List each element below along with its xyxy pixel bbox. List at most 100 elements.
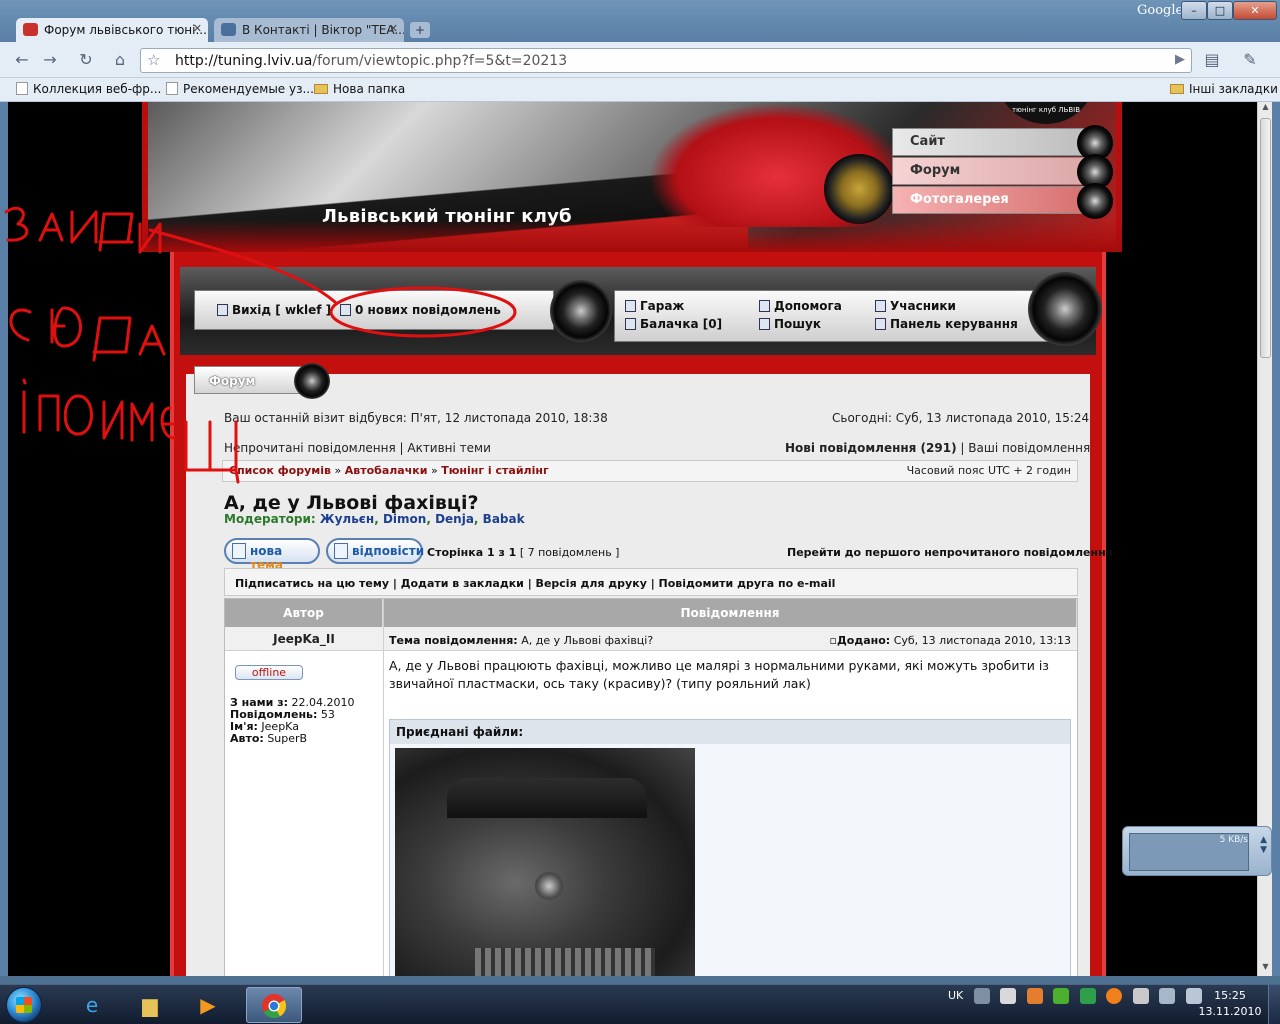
bookmark-item[interactable]: Рекомендуемые уз...	[166, 82, 314, 96]
reply-button[interactable]: відповісти	[326, 538, 424, 564]
nav-gallery[interactable]: Фотогалерея	[892, 183, 1113, 219]
author-profile: З нами з: 22.04.2010 Повідомлень: 53 Ім'…	[230, 697, 354, 745]
jump-to-unread-link[interactable]: Перейти до першого непрочитаного повідом…	[787, 546, 1113, 559]
active-topics-link[interactable]: Активні теми	[407, 441, 491, 455]
pagination: Сторінка 1 з 1 [ 7 повідомлень ]	[427, 546, 619, 559]
clock-time: 15:25	[1214, 989, 1246, 1002]
url-path: /forum/viewtopic.php?f=5&t=20213	[312, 53, 568, 69]
bookmark-star-icon[interactable]: ☆	[147, 51, 160, 69]
bookmark-label: Коллекция веб-фр...	[33, 82, 162, 96]
logout-link[interactable]: Вихід [ wklef ]	[217, 303, 331, 317]
car-value: SuperB	[267, 732, 308, 745]
flag-icon[interactable]	[1132, 988, 1149, 1004]
forward-button[interactable]: →	[38, 48, 62, 72]
nav-forum-label: Форум	[910, 163, 961, 178]
your-posts-link[interactable]: Ваші повідомлення	[968, 441, 1090, 455]
post-author[interactable]: JeepKa_II	[225, 632, 383, 646]
antivirus-icon[interactable]	[1106, 988, 1123, 1004]
new-messages-link[interactable]: 0 нових повідомлень	[340, 303, 501, 317]
page-of: Сторінка 1 з 1	[427, 546, 517, 559]
show-desktop-button[interactable]	[1268, 985, 1280, 1024]
reload-button[interactable]: ↻	[74, 48, 98, 72]
tire-icon	[1077, 183, 1113, 219]
control-panel-link[interactable]: Панель керування	[875, 317, 1018, 331]
internet-explorer-icon[interactable]: e	[64, 987, 120, 1023]
nav-forum[interactable]: Форум	[892, 154, 1113, 190]
explorer-folder-icon[interactable]: ▆	[122, 987, 178, 1023]
close-window-button[interactable]: ✕	[1233, 1, 1277, 20]
moderator-link[interactable]: Denja	[435, 512, 474, 526]
utility-icon[interactable]	[1079, 988, 1096, 1004]
moderator-link[interactable]: Dimon	[383, 512, 426, 526]
start-button[interactable]	[6, 987, 42, 1023]
system-tray: UK	[948, 988, 1202, 1004]
scroll-thumb[interactable]	[1260, 118, 1271, 358]
address-bar[interactable]: ☆ http://tuning.lviv.ua/forum/viewtopic.…	[140, 48, 1192, 73]
google-brand: Google	[1137, 3, 1184, 18]
window-border	[0, 102, 8, 976]
minimize-button[interactable]: –	[1181, 1, 1207, 20]
new-tab-button[interactable]: +	[410, 22, 430, 38]
network-graph: 5 KB/s	[1129, 833, 1249, 871]
breadcrumb-autochat[interactable]: Автобалачки	[345, 464, 428, 477]
action-center-icon[interactable]	[1000, 988, 1017, 1004]
go-arrow-icon[interactable]: ▶	[1175, 52, 1185, 67]
network-widget[interactable]: 5 KB/s ▲ ▼	[1122, 826, 1272, 876]
scroll-up-icon[interactable]: ▲	[1258, 102, 1273, 116]
maximize-button[interactable]: □	[1207, 1, 1233, 20]
vk-favicon-icon	[221, 23, 236, 36]
scroll-down-icon[interactable]: ▼	[1258, 962, 1273, 976]
tab-forum[interactable]: Форум львівського тюні... ✕	[16, 18, 208, 42]
other-bookmarks-label: Інші закладки	[1189, 82, 1278, 96]
keyboard-icon[interactable]	[973, 988, 990, 1004]
search-link[interactable]: Пошук	[759, 317, 821, 331]
new-posts-link[interactable]: Нові повідомлення (291)	[785, 441, 957, 455]
bookmark-folder[interactable]: Нова папка	[314, 82, 405, 96]
network-icon[interactable]	[1159, 988, 1176, 1004]
bookmark-item[interactable]: Коллекция веб-фр...	[16, 82, 161, 96]
logout-icon	[217, 304, 228, 316]
back-button[interactable]: ←	[10, 48, 34, 72]
nav-site[interactable]: Сайт	[892, 125, 1113, 161]
members-icon	[875, 300, 886, 312]
help-link[interactable]: Допомога	[759, 299, 842, 313]
window-border	[1272, 102, 1280, 976]
skype-icon[interactable]	[1026, 988, 1043, 1004]
new-topic-button[interactable]: нова тема	[224, 538, 320, 572]
system-clock[interactable]: 15:25 13.11.2010	[1194, 988, 1266, 1020]
home-button[interactable]: ⌂	[108, 48, 132, 72]
breadcrumb-forum-list[interactable]: Список форумів	[229, 464, 331, 477]
garage-link[interactable]: Гараж	[625, 299, 684, 313]
other-bookmarks[interactable]: Інші закладки	[1170, 82, 1278, 96]
wrench-menu-icon[interactable]: ✎	[1238, 48, 1262, 72]
page-menu-icon[interactable]: ▤	[1200, 48, 1224, 72]
media-player-icon[interactable]: ▶	[180, 987, 236, 1023]
close-icon[interactable]: ✕	[389, 22, 398, 35]
message-icon	[340, 304, 351, 316]
members-link[interactable]: Учасники	[875, 299, 956, 313]
language-indicator[interactable]: UK	[948, 989, 963, 1002]
folder-icon	[1170, 84, 1184, 94]
car-favicon-icon	[23, 23, 38, 36]
moderator-link[interactable]: Жульєн	[320, 512, 374, 526]
breadcrumb-tuning[interactable]: Тюнінг і стайлінг	[441, 464, 549, 477]
unread-posts-link[interactable]: Непрочитані повідомлення	[224, 441, 396, 455]
close-icon[interactable]: ✕	[193, 22, 202, 35]
messenger-icon[interactable]	[1053, 988, 1070, 1004]
chrome-taskbar-icon[interactable]	[246, 987, 302, 1023]
topic-title[interactable]: А, де у Львові фахівці?	[224, 492, 479, 514]
topic-actions[interactable]: Підписатись на цю тему | Додати в заклад…	[224, 568, 1078, 596]
photo-lighter	[535, 872, 563, 900]
attachment-photo[interactable]	[395, 748, 695, 976]
address-url[interactable]: http://tuning.lviv.ua/forum/viewtopic.ph…	[175, 53, 567, 69]
moderator-link[interactable]: Babak	[483, 512, 525, 526]
chat-link[interactable]: Балачка [0]	[625, 317, 722, 331]
tab-forum-label: Форум львівського тюні...	[44, 23, 207, 37]
chrome-icon	[262, 994, 287, 1019]
tire-icon	[1028, 272, 1102, 346]
members-label: Учасники	[890, 299, 956, 313]
tab-vkontakte[interactable]: В Контакті | Віктор "TEA... ✕	[214, 18, 404, 42]
bookmarks-bar: Коллекция веб-фр... Рекомендуемые уз... …	[0, 78, 1280, 102]
post-count: [ 7 повідомлень ]	[519, 546, 620, 559]
updown-arrows-icon[interactable]: ▲ ▼	[1260, 835, 1267, 855]
